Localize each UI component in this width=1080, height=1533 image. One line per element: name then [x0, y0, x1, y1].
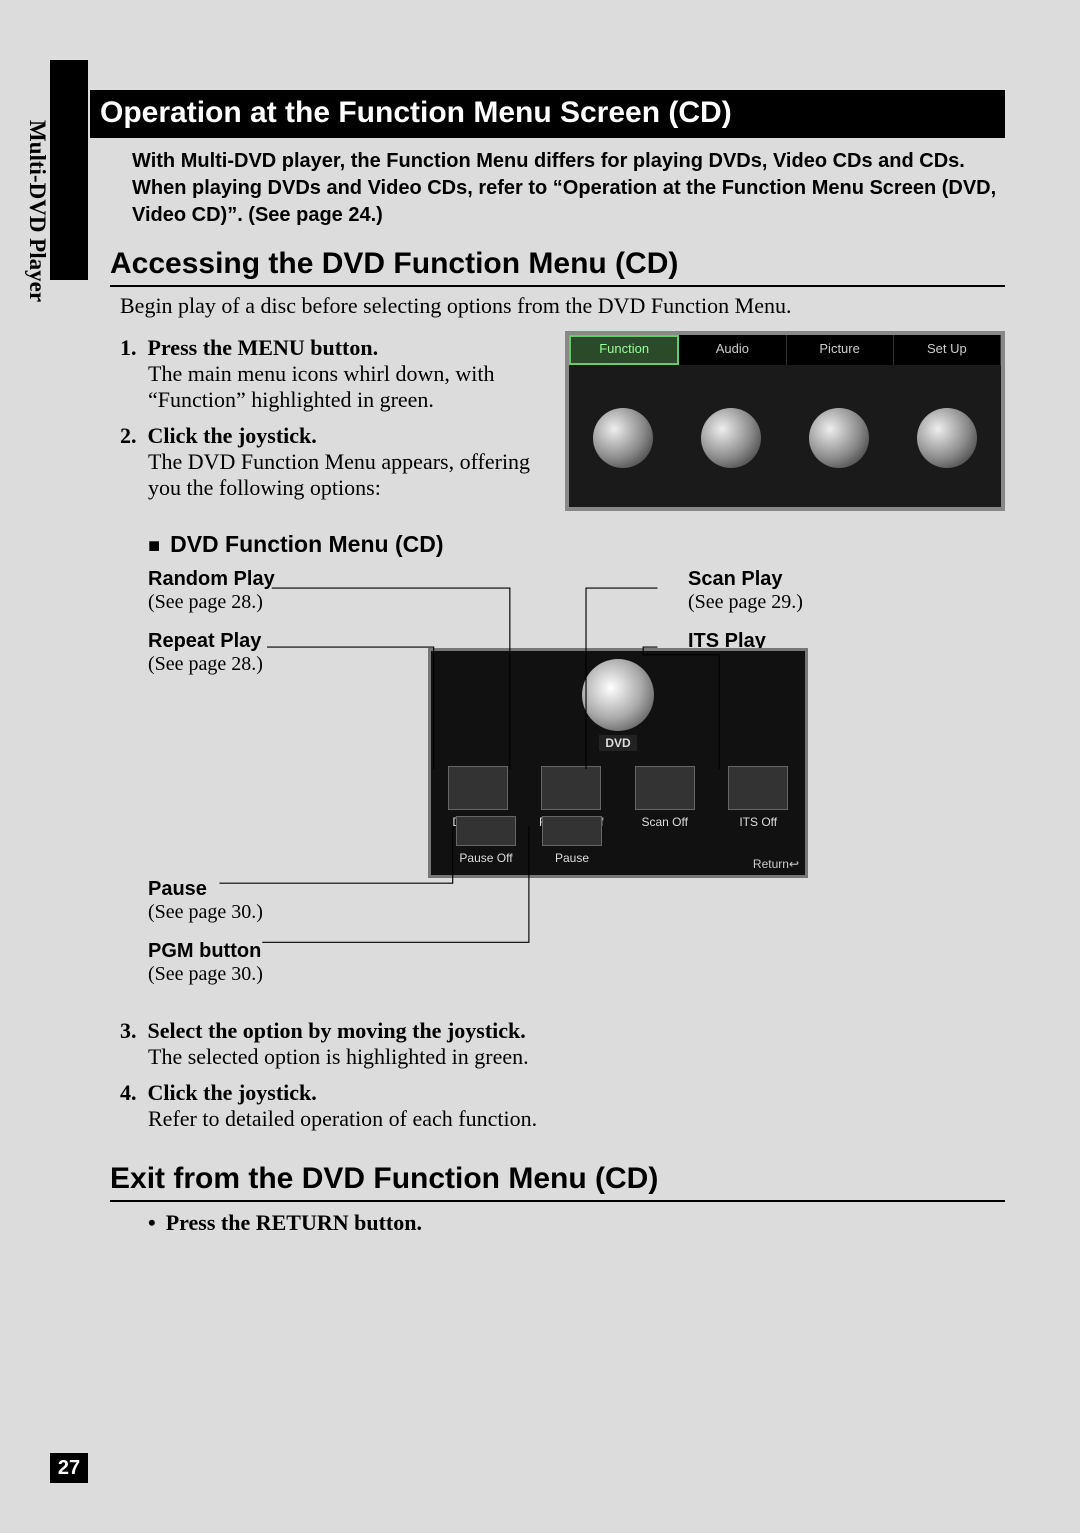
- exit-instruction: Press the RETURN button.: [148, 1210, 1005, 1236]
- manual-page: Multi-DVD Player Operation at the Functi…: [0, 0, 1080, 1533]
- page-number: 27: [50, 1453, 88, 1483]
- callout-scan-play: Scan Play (See page 29.): [688, 568, 803, 614]
- step-1: 1. Press the MENU button. The main menu …: [120, 335, 543, 413]
- section-heading-exit: Exit from the DVD Function Menu (CD): [110, 1162, 1005, 1202]
- callout-repeat-play: Repeat Play (See page 28.): [148, 630, 263, 676]
- section-tab: [50, 60, 88, 280]
- disc-icon: [582, 659, 654, 731]
- function-menu-diagram: Random Play (See page 28.) Repeat Play (…: [148, 568, 1005, 1008]
- step-3: 3. Select the option by moving the joyst…: [120, 1018, 1005, 1070]
- callout-random-play: Random Play (See page 28.): [148, 568, 275, 614]
- disc-icon: [701, 408, 761, 468]
- monitor-icon: [809, 408, 869, 468]
- subheader-dvd-function-menu: DVD Function Menu (CD): [148, 531, 1005, 558]
- menu-tab-setup: Set Up: [894, 335, 1001, 365]
- menu-tab-picture: Picture: [787, 335, 894, 365]
- main-menu-screenshot: Function Audio Picture Set Up: [565, 331, 1005, 511]
- wrench-icon: [593, 408, 653, 468]
- gears-icon: [917, 408, 977, 468]
- intro-text: With Multi-DVD player, the Function Menu…: [132, 148, 1005, 229]
- callout-pgm-button: PGM button (See page 30.): [148, 940, 263, 986]
- page-title-banner: Operation at the Function Menu Screen (C…: [90, 90, 1005, 138]
- return-indicator: Return↩: [753, 857, 799, 871]
- section-tab-label: Multi-DVD Player: [24, 120, 50, 302]
- callout-pause: Pause (See page 30.): [148, 878, 263, 924]
- function-menu-screenshot: DVD Disc RPT Random Off Scan Off ITS Off…: [428, 648, 808, 878]
- step-2: 2. Click the joystick. The DVD Function …: [120, 423, 543, 501]
- step-4: 4. Click the joystick. Refer to detailed…: [120, 1080, 1005, 1132]
- menu-tab-audio: Audio: [679, 335, 786, 365]
- opt-pause-off: Pause Off: [451, 816, 521, 865]
- opt-pause: Pause: [537, 816, 607, 865]
- section-lead: Begin play of a disc before selecting op…: [120, 293, 1005, 319]
- menu-tab-function: Function: [569, 335, 679, 365]
- section-heading-accessing: Accessing the DVD Function Menu (CD): [110, 247, 1005, 287]
